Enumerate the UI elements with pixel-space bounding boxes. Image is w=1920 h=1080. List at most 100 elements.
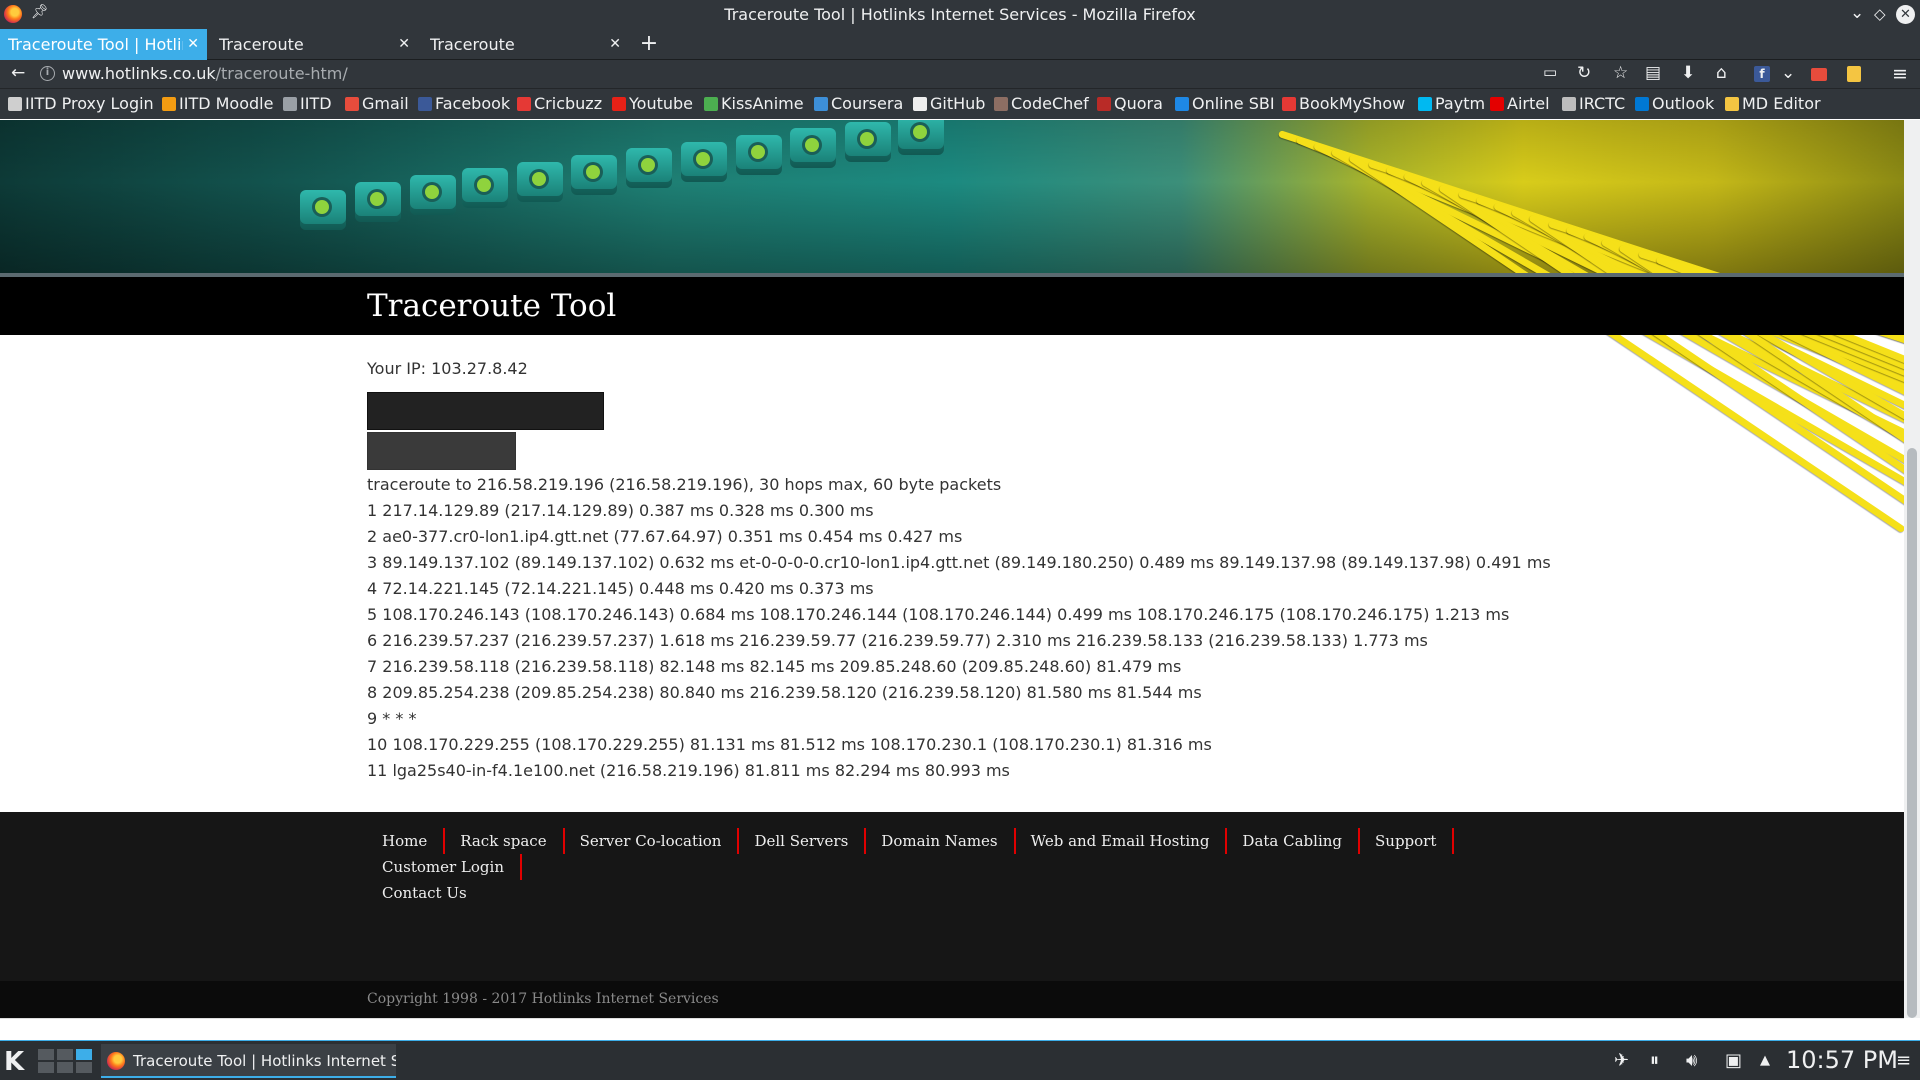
bookmark-item[interactable]: IITD <box>283 94 332 113</box>
maximize-icon[interactable]: ◇ <box>1874 5 1886 23</box>
navigation-bar: ← i www.hotlinks.co.uk/traceroute-htm/ ▭… <box>0 60 1920 88</box>
virtual-desktop-pager[interactable] <box>38 1049 94 1073</box>
hamburger-menu-icon[interactable]: ≡ <box>1892 63 1908 85</box>
page-scrollbar-thumb[interactable] <box>1907 448 1917 1018</box>
bookmark-item[interactable]: Youtube <box>612 94 693 113</box>
panel-menu-icon[interactable]: ≡ <box>1896 1050 1911 1071</box>
bookmark-item[interactable]: BookMyShow <box>1282 94 1405 113</box>
bookmark-label: MD Editor <box>1742 94 1821 113</box>
tab-label: Traceroute Tool | Hotlinks Internet Serv… <box>8 35 183 54</box>
footer-link[interactable]: Customer Login <box>367 854 522 880</box>
download-icon[interactable]: ⬇ <box>1681 63 1695 83</box>
bookmark-item[interactable]: Online SBI <box>1175 94 1275 113</box>
bookmark-item[interactable]: Outlook <box>1635 94 1714 113</box>
bookmark-item[interactable]: IITD Moodle <box>162 94 273 113</box>
traceroute-line: 11 lga25s40-in-f4.1e100.net (216.58.219.… <box>367 761 1010 780</box>
tab-close-icon[interactable]: ✕ <box>187 29 199 60</box>
bookmark-item[interactable]: CodeChef <box>994 94 1089 113</box>
banner-port-shape <box>626 148 672 188</box>
traceroute-submit-button[interactable] <box>367 432 516 470</box>
bookmark-favicon-icon <box>1562 97 1576 111</box>
media-pause-icon[interactable]: ⏸ <box>1650 1050 1659 1071</box>
footer-navigation: Home Rack space Server Co-location Dell Ser… <box>367 828 1567 906</box>
bookmark-label: KissAnime <box>721 94 804 113</box>
bookmark-item[interactable]: Airtel <box>1490 94 1550 113</box>
footer-link[interactable]: Contact Us <box>367 880 1567 906</box>
traceroute-line: 5 108.170.246.143 (108.170.246.143) 0.68… <box>367 605 1510 624</box>
banner-port-shape <box>736 135 782 175</box>
traceroute-line: 7 216.239.58.118 (216.239.58.118) 82.148… <box>367 657 1182 676</box>
bookmark-item[interactable]: Quora <box>1097 94 1163 113</box>
footer-link[interactable]: Server Co-location <box>565 828 740 854</box>
footer-link[interactable]: Support <box>1360 828 1455 854</box>
firefox-logo-icon <box>107 1052 125 1070</box>
tab-traceroute-3[interactable]: Traceroute ✕ <box>422 29 629 60</box>
back-arrow-icon[interactable]: ← <box>11 63 25 83</box>
bookmark-favicon-icon <box>1282 97 1296 111</box>
bookmark-star-icon[interactable]: ☆ <box>1613 63 1628 83</box>
pocket-icon[interactable]: ⌄ <box>1781 63 1795 83</box>
reader-view-icon[interactable]: ▭ <box>1543 63 1557 81</box>
footer-link[interactable]: Data Cabling <box>1227 828 1361 854</box>
bookmark-item[interactable]: Cricbuzz <box>517 94 602 113</box>
network-icon[interactable]: ▣ <box>1725 1050 1742 1071</box>
tab-strip: Traceroute Tool | Hotlinks Internet Serv… <box>0 29 1920 60</box>
bookmark-item[interactable]: Paytm <box>1418 94 1485 113</box>
taskbar: K Traceroute Tool | Hotlinks Internet Se… <box>0 1040 1920 1080</box>
url-path: /traceroute-htm/ <box>215 64 348 83</box>
host-input[interactable] <box>367 392 604 430</box>
header-banner-image <box>0 120 1904 557</box>
tab-traceroute-2[interactable]: Traceroute ✕ <box>211 29 418 60</box>
bookmark-favicon-icon <box>8 97 22 111</box>
page-title: Traceroute Tool <box>367 288 617 324</box>
home-icon[interactable]: ⌂ <box>1716 63 1727 83</box>
site-info-icon[interactable]: i <box>40 66 55 81</box>
bookmark-item[interactable]: IRCTC <box>1562 94 1625 113</box>
application-launcher-icon[interactable]: K <box>4 1047 24 1077</box>
bookmark-favicon-icon <box>1097 97 1111 111</box>
clock: 10:57 PM <box>1786 1046 1898 1074</box>
web-page: Traceroute Tool Your IP: 103.27.8.42 tra… <box>0 120 1904 1018</box>
footer-link[interactable]: Web and Email Hosting <box>1016 828 1228 854</box>
reload-icon[interactable]: ↻ <box>1577 63 1591 83</box>
bookmarks-library-icon[interactable]: ▤ <box>1645 63 1661 83</box>
footer-link[interactable]: Domain Names <box>866 828 1016 854</box>
bookmark-label: IITD Moodle <box>179 94 274 113</box>
bookmark-item[interactable]: Facebook <box>418 94 510 113</box>
url-bar[interactable]: i www.hotlinks.co.uk/traceroute-htm/ <box>40 62 1580 86</box>
close-window-icon[interactable]: ✕ <box>1896 5 1915 24</box>
banner-port-shape <box>845 122 891 162</box>
tab-close-icon[interactable]: ✕ <box>609 29 621 60</box>
footer-link[interactable]: Dell Servers <box>739 828 867 854</box>
bookmark-label: IITD Proxy Login <box>25 94 154 113</box>
traceroute-line: 2 ae0-377.cr0-lon1.ip4.gtt.net (77.67.64… <box>367 527 963 546</box>
volume-icon[interactable]: 🔊︎ <box>1686 1050 1697 1071</box>
bookmark-item[interactable]: Coursera <box>814 94 903 113</box>
new-tab-button[interactable]: + <box>639 29 659 60</box>
tray-expand-icon[interactable]: ▲ <box>1760 1053 1770 1068</box>
copyright-band: Copyright 1998 - 2017 Hotlinks Internet … <box>0 981 1904 1018</box>
network-bird-icon[interactable]: ✈ <box>1614 1050 1629 1071</box>
tab-traceroute-tool[interactable]: Traceroute Tool | Hotlinks Internet Serv… <box>0 29 207 60</box>
footer-link[interactable]: Home <box>367 828 446 854</box>
footer-link[interactable]: Rack space <box>445 828 565 854</box>
traceroute-results: traceroute to 216.58.219.196 (216.58.219… <box>367 472 1867 784</box>
bookmark-favicon-icon <box>994 97 1008 111</box>
extension-icon[interactable] <box>1847 66 1861 82</box>
traceroute-line: 1 217.14.129.89 (217.14.129.89) 0.387 ms… <box>367 501 874 520</box>
taskbar-task-firefox[interactable]: Traceroute Tool | Hotlinks Internet Serv… <box>101 1044 396 1078</box>
facebook-extension-icon[interactable]: f <box>1754 66 1770 82</box>
window-title: Traceroute Tool | Hotlinks Internet Serv… <box>724 5 1196 24</box>
minimize-icon[interactable]: ⌄ <box>1850 3 1864 23</box>
bookmark-favicon-icon <box>1725 97 1739 111</box>
tab-close-icon[interactable]: ✕ <box>398 29 410 60</box>
bookmark-item[interactable]: KissAnime <box>704 94 804 113</box>
bookmark-item[interactable]: IITD Proxy Login <box>8 94 154 113</box>
bookmark-favicon-icon <box>1175 97 1189 111</box>
traceroute-line: traceroute to 216.58.219.196 (216.58.219… <box>367 475 1002 494</box>
bookmark-item[interactable]: MD Editor <box>1725 94 1821 113</box>
bookmark-item[interactable]: GitHub <box>913 94 985 113</box>
gmail-extension-icon[interactable] <box>1811 68 1827 81</box>
traceroute-line: 6 216.239.57.237 (216.239.57.237) 1.618 … <box>367 631 1428 650</box>
bookmark-item[interactable]: Gmail <box>345 94 409 113</box>
